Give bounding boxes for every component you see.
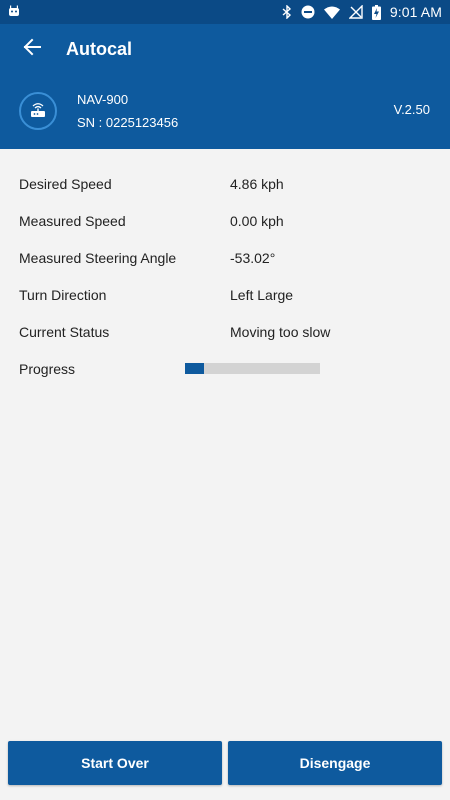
field-value: -53.02° [230, 250, 276, 266]
progress-bar-fill [185, 363, 204, 374]
field-label: Current Status [19, 324, 110, 340]
wifi-icon [323, 6, 340, 19]
measured-speed-row: Measured Speed 0.00 kph [0, 211, 450, 233]
device-serial-number: SN : 0225123456 [77, 115, 179, 130]
desired-speed-row: Desired Speed 4.86 kph [0, 174, 450, 196]
status-time: 9:01 AM [389, 4, 442, 20]
field-value: Left Large [230, 287, 294, 303]
back-button[interactable] [0, 24, 64, 74]
field-label: Turn Direction [19, 287, 107, 303]
field-label: Measured Steering Angle [19, 250, 177, 266]
app-bar: Autocal [0, 24, 450, 74]
field-value: 0.00 kph [230, 213, 284, 229]
device-version: V.2.50 [393, 102, 430, 117]
progress-label: Progress [19, 361, 76, 377]
current-status-row: Current Status Moving too slow [0, 322, 450, 344]
page-title: Autocal [66, 38, 133, 59]
device-header: NAV-900 SN : 0225123456 V.2.50 [0, 74, 450, 149]
progress-bar [185, 363, 320, 374]
android-icon [8, 4, 20, 20]
disengage-button[interactable]: Disengage [228, 741, 442, 785]
status-bar: 9:01 AM [0, 0, 450, 24]
field-value: Moving too slow [230, 324, 331, 340]
turn-direction-row: Turn Direction Left Large [0, 285, 450, 307]
field-label: Desired Speed [19, 176, 112, 192]
router-icon [19, 92, 57, 130]
arrow-left-icon [23, 38, 41, 61]
start-over-button[interactable]: Start Over [8, 741, 222, 785]
dnd-icon [301, 5, 315, 19]
steering-angle-row: Measured Steering Angle -53.02° [0, 248, 450, 270]
field-label: Measured Speed [19, 213, 126, 229]
field-value: 4.86 kph [230, 176, 284, 192]
bluetooth-icon [282, 5, 292, 19]
device-name: NAV-900 [77, 92, 129, 107]
battery-charging-icon [371, 4, 381, 20]
no-signal-icon [348, 5, 363, 19]
